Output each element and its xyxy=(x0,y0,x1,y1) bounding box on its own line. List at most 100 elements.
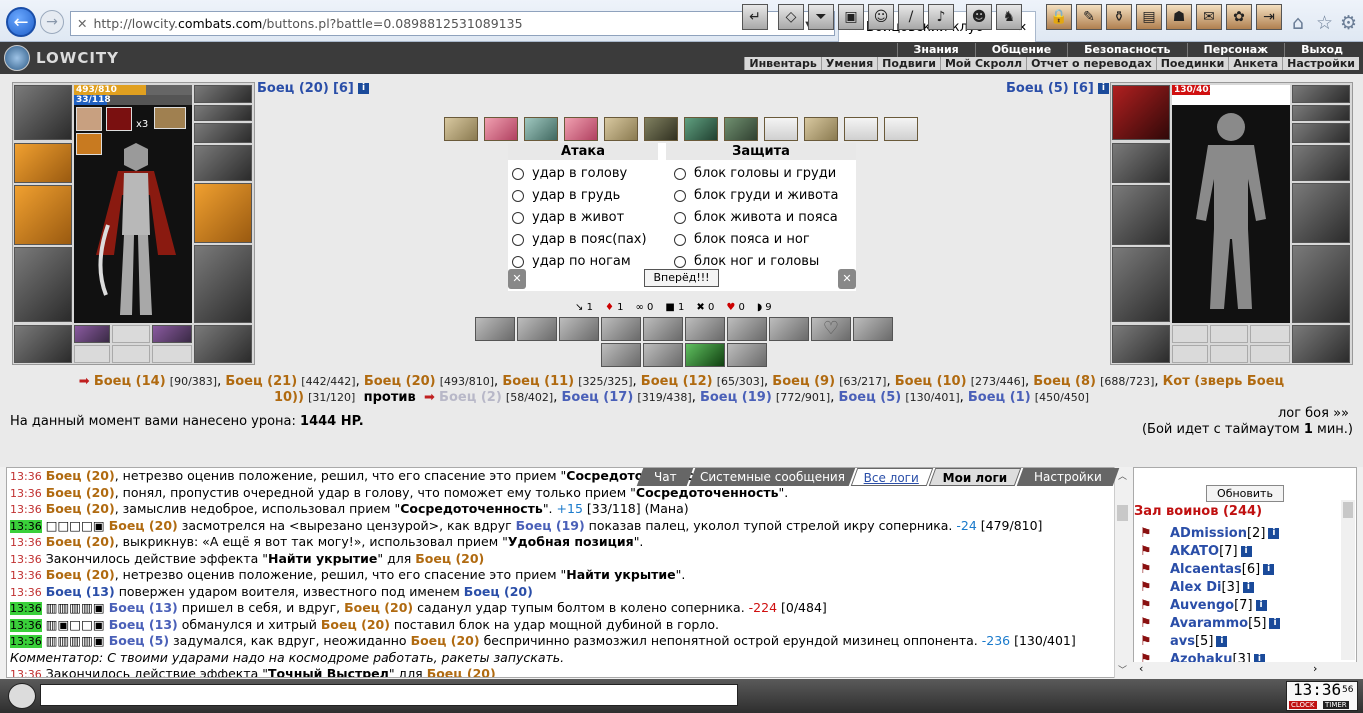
rings-slot[interactable] xyxy=(194,123,252,143)
boots-slot[interactable] xyxy=(1292,325,1350,363)
chat-time[interactable]: 13:36 xyxy=(10,635,42,648)
bracers-slot[interactable] xyxy=(14,143,72,183)
helmet-slot[interactable] xyxy=(14,85,72,140)
block-chest-belly[interactable]: блок груди и живота xyxy=(674,185,839,207)
rune-slot[interactable] xyxy=(152,325,192,343)
chat-time[interactable]: 13:36 xyxy=(10,586,42,599)
tab-all-logs[interactable]: Все логи xyxy=(850,468,934,486)
scroll-thumb[interactable] xyxy=(1343,502,1353,518)
technique-slot[interactable] xyxy=(853,317,893,341)
empty-slot[interactable] xyxy=(152,345,192,363)
technique-slot[interactable] xyxy=(727,343,767,367)
info-icon[interactable]: i xyxy=(1097,83,1109,94)
team-member[interactable]: Боец (21) xyxy=(225,374,297,389)
empty-slot[interactable] xyxy=(1172,325,1208,343)
translate-icon[interactable]: / xyxy=(898,4,924,30)
radio-button[interactable] xyxy=(512,255,524,268)
amulet-slot[interactable] xyxy=(194,105,252,121)
warrior-name[interactable]: ADmission xyxy=(1170,526,1247,541)
tab-settings[interactable]: Настройки xyxy=(1016,468,1120,486)
chat-time[interactable]: 13:36 xyxy=(10,569,42,582)
forward-button[interactable]: → xyxy=(40,10,64,34)
warrior-item[interactable]: ⚑ avs [5] i xyxy=(1134,632,1356,650)
forward-button[interactable]: Вперёд!!! xyxy=(644,269,719,287)
warriors-scrollbar[interactable] xyxy=(1341,500,1355,660)
helmet-slot[interactable] xyxy=(1112,85,1170,140)
menu-inventory[interactable]: Инвентарь xyxy=(744,57,820,70)
block-belt-legs[interactable]: блок пояса и ног xyxy=(674,229,839,251)
empty-scroll-slot[interactable] xyxy=(844,117,878,141)
chat-time[interactable]: 13:36 xyxy=(10,487,42,500)
attack-legs[interactable]: удар по ногам xyxy=(512,251,647,273)
gloves-slot[interactable] xyxy=(1292,145,1350,181)
chevron-right-icon[interactable]: › xyxy=(1313,662,1317,675)
menu-exit[interactable]: Выход xyxy=(1284,43,1359,57)
team-member[interactable]: Боец (5) xyxy=(838,390,901,405)
sound-icon[interactable]: ♪ xyxy=(928,4,954,30)
radio-button[interactable] xyxy=(674,233,686,246)
scroll-slot[interactable] xyxy=(684,117,718,141)
helmet-icon[interactable]: ♞ xyxy=(996,4,1022,30)
team-member[interactable]: Боец (9) xyxy=(772,374,835,389)
empty-slot[interactable] xyxy=(112,325,150,343)
tab-my-logs[interactable]: Мои логи xyxy=(928,468,1022,486)
menu-settings[interactable]: Настройки xyxy=(1282,57,1359,70)
menu-security[interactable]: Безопасность xyxy=(1067,43,1186,57)
technique-slot[interactable] xyxy=(727,317,767,341)
scroll-slot[interactable] xyxy=(524,117,558,141)
wand-icon[interactable]: ✎ xyxy=(1076,4,1102,30)
chat-time[interactable]: 13:36 xyxy=(10,668,42,677)
attack-groin[interactable]: удар в пояс(пах) xyxy=(512,229,647,251)
clock-widget[interactable]: 13:36 56 CLOCK TIMER xyxy=(1286,680,1358,711)
team-member[interactable]: Боец (19) xyxy=(700,390,772,405)
technique-slot[interactable] xyxy=(475,317,515,341)
technique-slot[interactable] xyxy=(517,317,557,341)
team-member[interactable]: Кот (зверь Боец xyxy=(1163,374,1285,389)
effect-icon[interactable] xyxy=(76,107,102,131)
radio-button[interactable] xyxy=(674,255,686,268)
belt-slot[interactable] xyxy=(1112,325,1170,363)
gloves-slot[interactable] xyxy=(194,145,252,181)
earring-slot[interactable] xyxy=(1292,85,1350,103)
scroll-slot[interactable] xyxy=(604,117,638,141)
menu-communication[interactable]: Общение xyxy=(974,43,1067,57)
radio-button[interactable] xyxy=(512,167,524,180)
shield-icon[interactable]: ✕ xyxy=(508,269,526,289)
bracers-slot[interactable] xyxy=(1112,143,1170,183)
warrior-item[interactable]: ⚑ Avarammo [5] i xyxy=(1134,614,1356,632)
person-icon[interactable]: ☺ xyxy=(868,4,894,30)
attack-chest[interactable]: удар в грудь xyxy=(512,185,647,207)
info-icon[interactable]: i xyxy=(1242,581,1254,593)
info-icon[interactable]: i xyxy=(1269,617,1281,629)
info-icon[interactable]: i xyxy=(1268,527,1280,539)
empty-slot[interactable] xyxy=(1250,325,1290,343)
info-icon[interactable]: i xyxy=(1255,599,1267,611)
chat-input[interactable] xyxy=(40,684,738,706)
warrior-item[interactable]: ⚑ Alcaentas [6] i xyxy=(1134,560,1356,578)
effect-icon[interactable] xyxy=(106,107,132,131)
info-icon[interactable]: i xyxy=(1216,635,1228,647)
info-icon[interactable]: i xyxy=(358,83,370,94)
boots-slot[interactable] xyxy=(194,325,252,363)
radio-button[interactable] xyxy=(512,189,524,202)
scroll-slot[interactable] xyxy=(484,117,518,141)
attack-head[interactable]: удар в голову xyxy=(512,163,647,185)
tab-system[interactable]: Системные сообщения xyxy=(688,468,856,486)
send-icon[interactable]: ↵ xyxy=(742,4,768,30)
team1-tail[interactable]: 10)) xyxy=(274,390,304,405)
chat-time[interactable]: 13:36 xyxy=(10,553,42,566)
menu-my-scroll[interactable]: Мой Скролл xyxy=(939,57,1026,70)
empty-scroll-slot[interactable] xyxy=(764,117,798,141)
chevron-down-icon[interactable]: ﹀ xyxy=(1118,663,1127,676)
scroll-slot[interactable] xyxy=(804,117,838,141)
home-icon[interactable]: ⌂ xyxy=(1292,12,1304,34)
star-icon[interactable]: ☆ xyxy=(1316,12,1333,34)
refresh-button[interactable]: Обновить xyxy=(1206,485,1284,502)
legs-slot[interactable] xyxy=(194,245,252,323)
warrior-name[interactable]: Alcaentas xyxy=(1170,562,1242,577)
save-icon[interactable]: ▣ xyxy=(838,4,864,30)
attack-belly[interactable]: удар в живот xyxy=(512,207,647,229)
shield-slot[interactable] xyxy=(194,183,252,243)
filter-icon[interactable]: ⏷ xyxy=(808,4,834,30)
info-icon[interactable]: i xyxy=(1263,563,1275,575)
